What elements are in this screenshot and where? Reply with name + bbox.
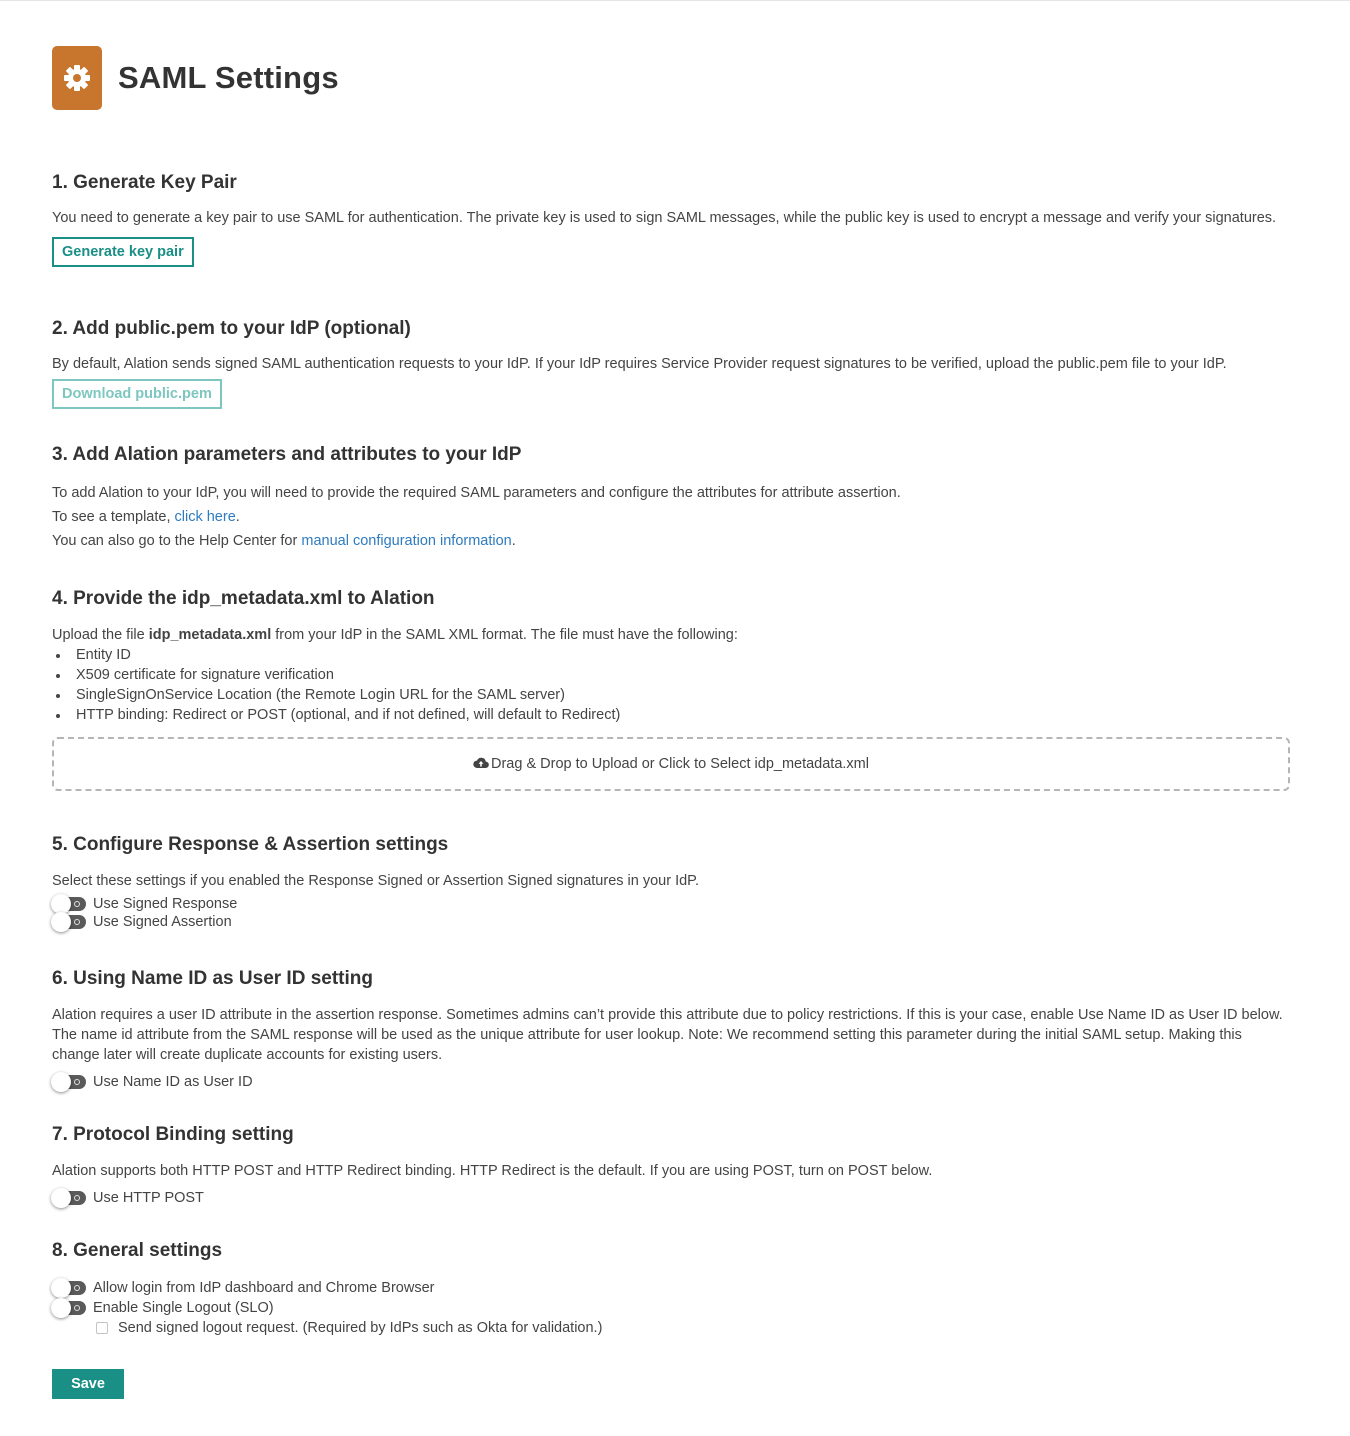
- page-header: SAML Settings: [52, 46, 339, 110]
- template-line: To see a template, click here.: [52, 505, 1292, 529]
- toggle-label: Use Name ID as User ID: [93, 1074, 253, 1090]
- toggle-label: Use HTTP POST: [93, 1190, 204, 1206]
- gear-icon: [52, 46, 102, 110]
- help-line-suffix: .: [511, 533, 516, 549]
- list-item: X509 certificate for signature verificat…: [52, 665, 1292, 685]
- section-title: 5. Configure Response & Assertion settin…: [52, 834, 449, 855]
- template-line-suffix: .: [235, 509, 240, 525]
- download-public-pem-button[interactable]: Download public.pem: [52, 379, 222, 409]
- section-title: 6. Using Name ID as User ID setting: [52, 968, 373, 989]
- section-title: 7. Protocol Binding setting: [52, 1124, 294, 1145]
- toggle-label: Use Signed Assertion: [93, 914, 232, 930]
- section-description: Select these settings if you enabled the…: [52, 873, 700, 889]
- section-response-assertion: 5. Configure Response & Assertion settin…: [51, 833, 1292, 932]
- use-signed-response-toggle[interactable]: [51, 894, 86, 914]
- checkbox-label: Send signed logout request. (Required by…: [118, 1320, 603, 1336]
- section-name-id-setting: 6. Using Name ID as User ID setting Alat…: [51, 967, 1292, 1092]
- template-line-prefix: To see a template,: [52, 509, 175, 525]
- section-add-public-pem: 2. Add public.pem to your IdP (optional)…: [52, 317, 1292, 409]
- section-general-settings: 8. General settings Allow login from IdP…: [51, 1239, 1292, 1338]
- section-description: Upload the file idp_metadata.xml from yo…: [52, 625, 1292, 645]
- toggle-label: Enable Single Logout (SLO): [93, 1300, 274, 1316]
- section-provide-idp-metadata: 4. Provide the idp_metadata.xml to Alati…: [52, 587, 1292, 725]
- requirements-list: Entity ID X509 certificate for signature…: [52, 645, 1292, 725]
- help-line-prefix: You can also go to the Help Center for: [52, 533, 302, 549]
- help-center-line: You can also go to the Help Center for m…: [52, 529, 1292, 553]
- generate-key-pair-button[interactable]: Generate key pair: [52, 237, 194, 267]
- section-title: 3. Add Alation parameters and attributes…: [52, 444, 522, 465]
- use-name-id-row: Use Name ID as User ID: [51, 1072, 1292, 1092]
- save-button[interactable]: Save: [52, 1369, 124, 1399]
- allow-idp-login-row: Allow login from IdP dashboard and Chrom…: [51, 1278, 1292, 1298]
- enable-slo-toggle[interactable]: [51, 1298, 86, 1318]
- signed-logout-row: Send signed logout request. (Required by…: [96, 1318, 1292, 1338]
- section-protocol-binding: 7. Protocol Binding setting Alation supp…: [51, 1123, 1292, 1208]
- toggle-label: Allow login from IdP dashboard and Chrom…: [93, 1280, 435, 1296]
- enable-slo-row: Enable Single Logout (SLO): [51, 1298, 1292, 1318]
- section-generate-key-pair: 1. Generate Key Pair You need to generat…: [52, 171, 1292, 267]
- use-name-id-toggle[interactable]: [51, 1072, 86, 1092]
- use-signed-assertion-row: Use Signed Assertion: [51, 912, 1292, 932]
- dropzone-label: Drag & Drop to Upload or Click to Select…: [491, 756, 869, 772]
- list-item: HTTP binding: Redirect or POST (optional…: [52, 705, 1292, 725]
- section-title: 8. General settings: [52, 1240, 223, 1261]
- use-signed-response-row: Use Signed Response: [51, 894, 1292, 914]
- use-signed-assertion-toggle[interactable]: [51, 912, 86, 932]
- use-http-post-toggle[interactable]: [51, 1188, 86, 1208]
- list-item: SingleSignOnService Location (the Remote…: [52, 685, 1292, 705]
- use-http-post-row: Use HTTP POST: [51, 1188, 1292, 1208]
- desc-prefix: Upload the file: [52, 627, 149, 643]
- signed-logout-checkbox[interactable]: [96, 1322, 108, 1334]
- section-description: To add Alation to your IdP, you will nee…: [52, 485, 901, 501]
- section-description: By default, Alation sends signed SAML au…: [52, 356, 1227, 372]
- idp-metadata-dropzone[interactable]: Drag & Drop to Upload or Click to Select…: [52, 737, 1290, 791]
- section-description: Alation supports both HTTP POST and HTTP…: [52, 1163, 933, 1179]
- section-description: Alation requires a user ID attribute in …: [52, 1007, 1283, 1063]
- section-description: You need to generate a key pair to use S…: [52, 210, 1277, 226]
- click-here-link[interactable]: click here: [175, 509, 236, 525]
- cloud-upload-icon: [473, 756, 491, 773]
- page-title: SAML Settings: [118, 60, 339, 95]
- list-item: Entity ID: [52, 645, 1292, 665]
- toggle-label: Use Signed Response: [93, 896, 238, 912]
- section-title: 1. Generate Key Pair: [52, 172, 237, 193]
- manual-configuration-link[interactable]: manual configuration information: [301, 533, 511, 549]
- section-title: 4. Provide the idp_metadata.xml to Alati…: [52, 588, 435, 609]
- section-title: 2. Add public.pem to your IdP (optional): [52, 318, 411, 339]
- allow-idp-login-toggle[interactable]: [51, 1278, 86, 1298]
- desc-suffix: from your IdP in the SAML XML format. Th…: [271, 627, 738, 643]
- idp-metadata-filename: idp_metadata.xml: [148, 627, 272, 643]
- section-add-alation-parameters: 3. Add Alation parameters and attributes…: [52, 443, 1292, 553]
